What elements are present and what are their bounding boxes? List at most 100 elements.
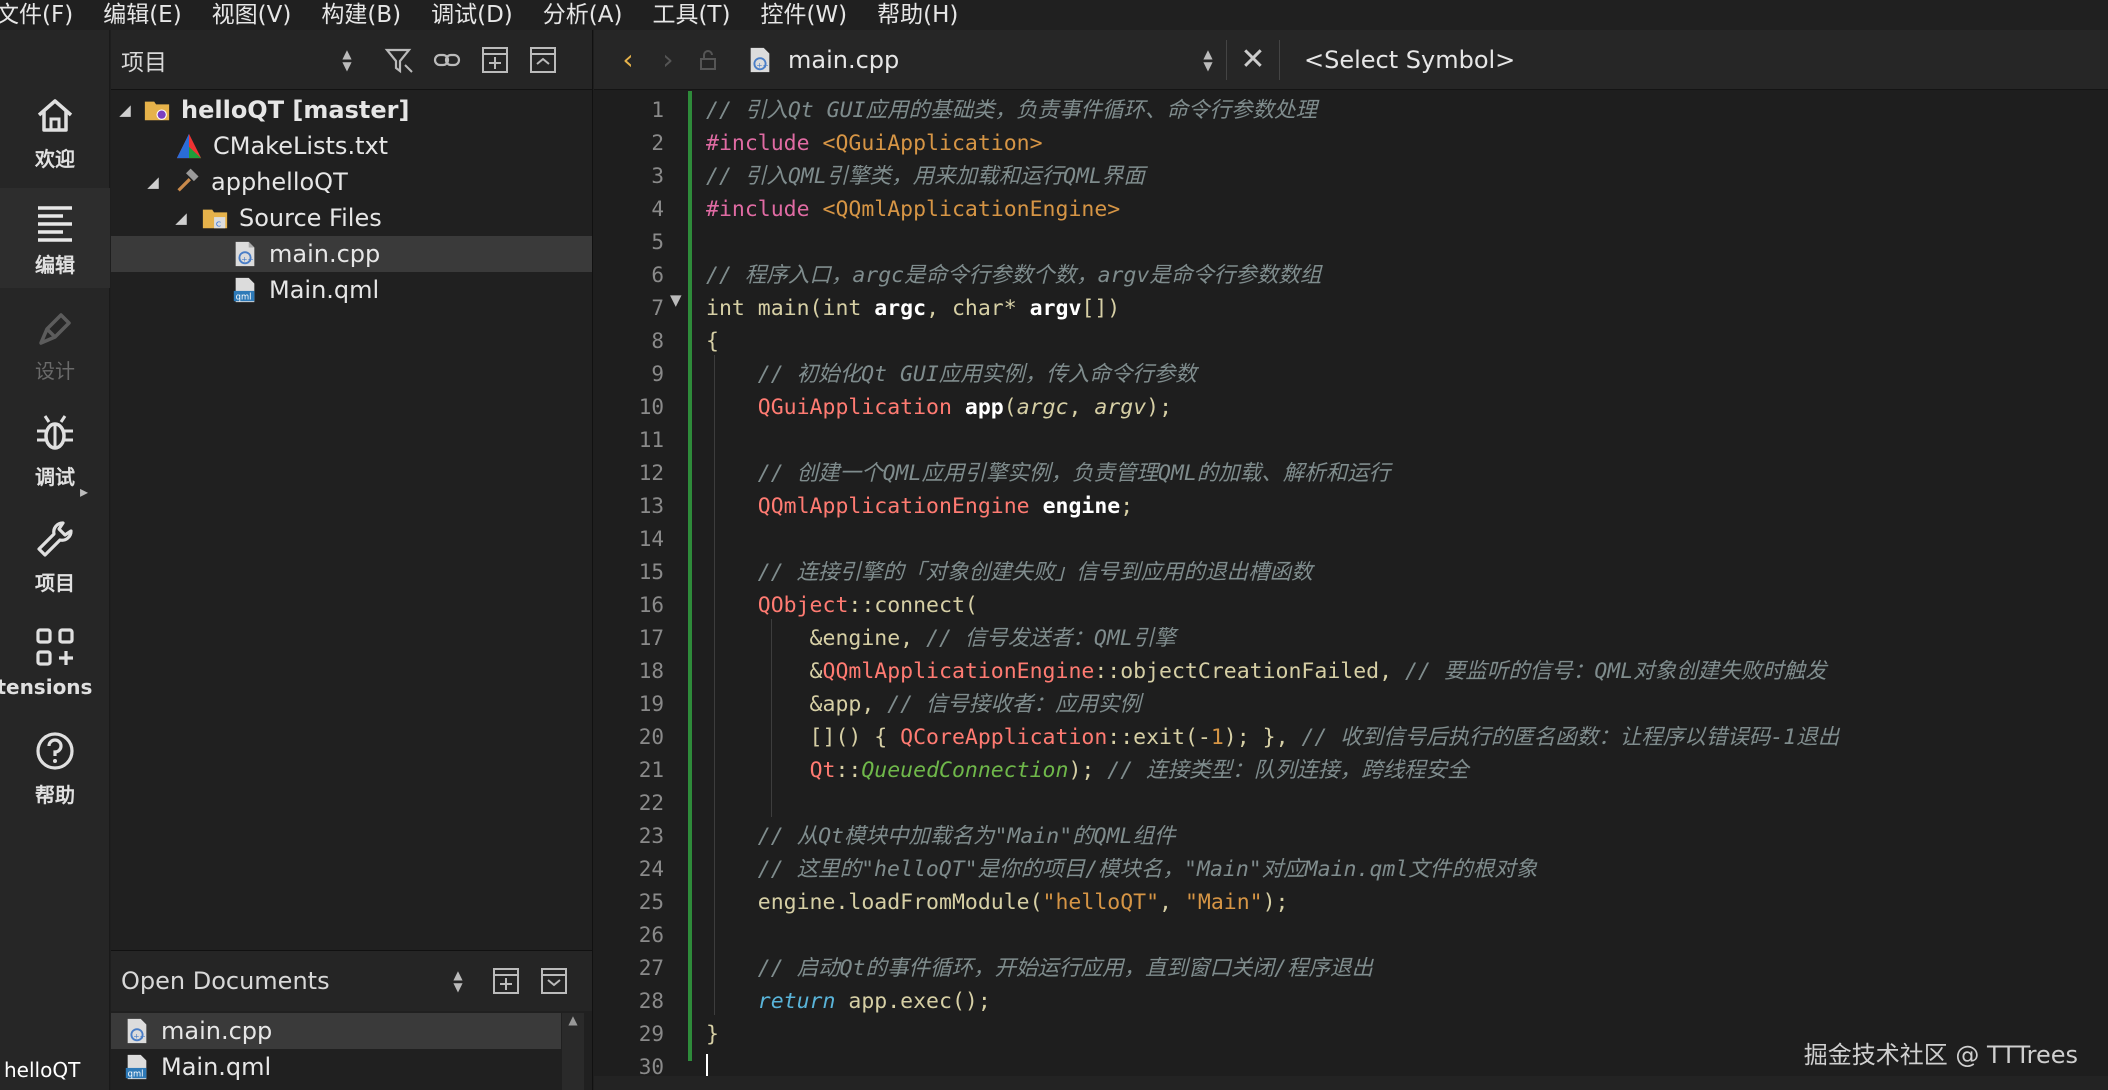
view-select-updown-icon[interactable]: ▲ ▼ bbox=[448, 965, 468, 997]
code-line[interactable]: // 连接引擎的「对象创建失败」信号到应用的退出槽函数 bbox=[706, 556, 1313, 589]
fold-marker-icon[interactable]: ▼ bbox=[670, 291, 682, 309]
menu-item[interactable]: 帮助(H) bbox=[862, 0, 973, 30]
line-number: 16 bbox=[638, 593, 664, 617]
code-line[interactable]: // 创建一个QML应用引擎实例，负责管理QML的加载、解析和运行 bbox=[706, 457, 1391, 490]
expand-caret-icon[interactable]: ◢ bbox=[171, 209, 191, 227]
line-number: 28 bbox=[638, 989, 664, 1013]
open-documents-pane: Open Documents ▲ ▼ ++ main.cpp qml Main.q… bbox=[111, 950, 593, 1090]
code-line[interactable]: // 引入QML引擎类，用来加载和运行QML界面 bbox=[706, 160, 1145, 193]
split-add-icon[interactable] bbox=[479, 44, 511, 76]
open-doc-main-qml[interactable]: qml Main.qml bbox=[111, 1049, 561, 1085]
mode-projects[interactable]: 项目 bbox=[0, 506, 110, 606]
code-line[interactable]: // 从Qt模块中加载名为"Main"的QML组件 bbox=[706, 820, 1176, 853]
code-line[interactable]: } bbox=[706, 1018, 719, 1051]
mode-extensions[interactable]: xtensions bbox=[0, 612, 110, 712]
menu-item[interactable]: 工具(T) bbox=[637, 0, 745, 30]
filter-icon[interactable] bbox=[383, 44, 415, 76]
open-doc-main-cpp[interactable]: ++ main.cpp bbox=[111, 1013, 561, 1049]
open-documents-title[interactable]: Open Documents bbox=[121, 967, 330, 995]
code-line[interactable]: QGuiApplication app(argc, argv); bbox=[706, 391, 1172, 424]
code-line[interactable]: return app.exec(); bbox=[706, 985, 991, 1018]
tree-item-cmakelists[interactable]: CMakeLists.txt bbox=[111, 128, 592, 164]
code-token: ( bbox=[1003, 395, 1017, 420]
code-line[interactable]: []() { QCoreApplication::exit(-1); }, //… bbox=[706, 721, 1840, 754]
home-icon bbox=[37, 98, 73, 132]
project-pane-title[interactable]: 项目 bbox=[121, 43, 167, 77]
back-arrow-icon[interactable]: ‹ bbox=[608, 30, 648, 90]
code-line[interactable]: Qt::QueuedConnection); // 连接类型：队列连接，跨线程安… bbox=[706, 754, 1469, 787]
tree-item-main-cpp[interactable]: ++ main.cpp bbox=[111, 236, 592, 272]
svg-text:++: ++ bbox=[241, 254, 254, 263]
mode-debug[interactable]: 调试 bbox=[0, 400, 110, 500]
line-number: 4 bbox=[651, 197, 664, 221]
code-line[interactable]: // 初始化Qt GUI应用实例，传入命令行参数 bbox=[706, 358, 1197, 391]
mode-design[interactable]: 设计 bbox=[0, 294, 110, 394]
code-token: QObject bbox=[757, 593, 849, 618]
mode-edit[interactable]: 编辑 bbox=[0, 188, 110, 288]
current-file-name[interactable]: main.cpp bbox=[788, 46, 1198, 74]
close-icon[interactable]: ✕ bbox=[1235, 30, 1271, 90]
code-token: <QQmlApplicationEngine> bbox=[822, 197, 1121, 222]
collapse-icon[interactable] bbox=[538, 965, 570, 997]
line-number: 3 bbox=[651, 164, 664, 188]
code-editor[interactable]: 1 2 3 4 5 6 7 8 9 10 11 12 13 14 15 16 17 18 19 20 21 22 23 24 2… bbox=[594, 91, 2108, 1090]
horizontal-scrollbar[interactable] bbox=[594, 1076, 2108, 1090]
code-token: ); bbox=[1146, 395, 1173, 420]
link-icon[interactable] bbox=[431, 44, 463, 76]
expand-arrow-icon[interactable]: ▸ bbox=[80, 482, 88, 501]
code-line[interactable]: &engine, // 信号发送者：QML引擎 bbox=[706, 622, 1176, 655]
code-line[interactable]: &app, // 信号接收者：应用实例 bbox=[706, 688, 1142, 721]
code-line[interactable]: #include <QQmlApplicationEngine> bbox=[706, 193, 1120, 226]
code-line[interactable]: // 这里的"helloQT"是你的项目/模块名，"Main"对应Main.qm… bbox=[706, 853, 1538, 886]
menu-item[interactable]: 分析(A) bbox=[528, 0, 638, 30]
code-token: QueuedConnection bbox=[861, 758, 1069, 783]
fold-column: ▼ bbox=[664, 91, 690, 1090]
open-doc-label: main.cpp bbox=[161, 1017, 273, 1045]
line-number-gutter: 1 2 3 4 5 6 7 8 9 10 11 12 13 14 15 16 17 18 19 20 21 22 23 24 2… bbox=[594, 91, 664, 1090]
tree-item-main-qml[interactable]: qml Main.qml bbox=[111, 272, 592, 308]
code-line[interactable]: QObject::connect( bbox=[706, 589, 978, 622]
line-number: 29 bbox=[638, 1022, 664, 1046]
menu-item[interactable]: 构建(B) bbox=[306, 0, 416, 30]
change-indicator-bar bbox=[688, 91, 692, 1061]
code-line[interactable]: { bbox=[706, 325, 719, 358]
menu-item[interactable]: 视图(V) bbox=[197, 0, 307, 30]
file-select-updown-icon[interactable]: ▲ ▼ bbox=[1198, 44, 1218, 76]
active-project-label[interactable]: helloQT bbox=[0, 1058, 110, 1082]
toolbar-divider bbox=[1279, 39, 1280, 80]
view-select-updown-icon[interactable]: ▲ ▼ bbox=[337, 44, 357, 76]
expand-caret-icon[interactable]: ◢ bbox=[143, 173, 163, 191]
code-line[interactable]: int main(int argc, char* argv[]) bbox=[706, 292, 1120, 325]
symbol-selector[interactable]: <Select Symbol> bbox=[1304, 46, 1515, 74]
tree-item-apphelloqt[interactable]: ◢ apphelloQT bbox=[111, 164, 592, 200]
code-line[interactable]: #include <QGuiApplication> bbox=[706, 127, 1043, 160]
tree-item-source-files[interactable]: ◢ C Source Files bbox=[111, 200, 592, 236]
open-documents-scrollbar[interactable]: ▲ bbox=[562, 1013, 584, 1090]
tree-item-project[interactable]: ◢ helloQT [master] bbox=[111, 92, 592, 128]
menu-item[interactable]: 控件(W) bbox=[745, 0, 862, 30]
mode-help[interactable]: 帮助 bbox=[0, 718, 110, 818]
lock-icon[interactable] bbox=[688, 30, 728, 90]
forward-arrow-icon[interactable]: › bbox=[648, 30, 688, 90]
expand-caret-icon[interactable]: ◢ bbox=[115, 101, 135, 119]
line-number: 8 bbox=[651, 329, 664, 353]
code-line[interactable]: engine.loadFromModule("helloQT", "Main")… bbox=[706, 886, 1289, 919]
collapse-icon[interactable] bbox=[527, 44, 559, 76]
code-line[interactable]: // 启动Qt的事件循环，开始运行应用，直到窗口关闭/程序退出 bbox=[706, 952, 1373, 985]
open-doc-label: Main.qml bbox=[161, 1053, 272, 1081]
menu-item[interactable]: 编辑(E) bbox=[88, 0, 196, 30]
code-line[interactable]: // 引入Qt GUI应用的基础类，负责事件循环、命令行参数处理 bbox=[706, 94, 1317, 127]
code-token: #include bbox=[706, 197, 823, 222]
menu-item[interactable]: 调试(D) bbox=[416, 0, 528, 30]
menu-item[interactable]: 文件(F) bbox=[0, 0, 88, 30]
split-add-icon[interactable] bbox=[490, 965, 522, 997]
code-token: // 连接引擎的「对象创建失败」信号到应用的退出槽函数 bbox=[757, 560, 1313, 585]
code-line[interactable]: QQmlApplicationEngine engine; bbox=[706, 490, 1133, 523]
code-line[interactable]: // 程序入口，argc是命令行参数个数，argv是命令行参数数组 bbox=[706, 259, 1321, 292]
mode-welcome[interactable]: 欢迎 bbox=[0, 82, 110, 182]
code-token: // 程序入口，argc是命令行参数个数，argv是命令行参数数组 bbox=[706, 263, 1322, 288]
svg-text:qml: qml bbox=[236, 291, 252, 301]
code-line[interactable]: &QQmlApplicationEngine::objectCreationFa… bbox=[706, 655, 1827, 688]
